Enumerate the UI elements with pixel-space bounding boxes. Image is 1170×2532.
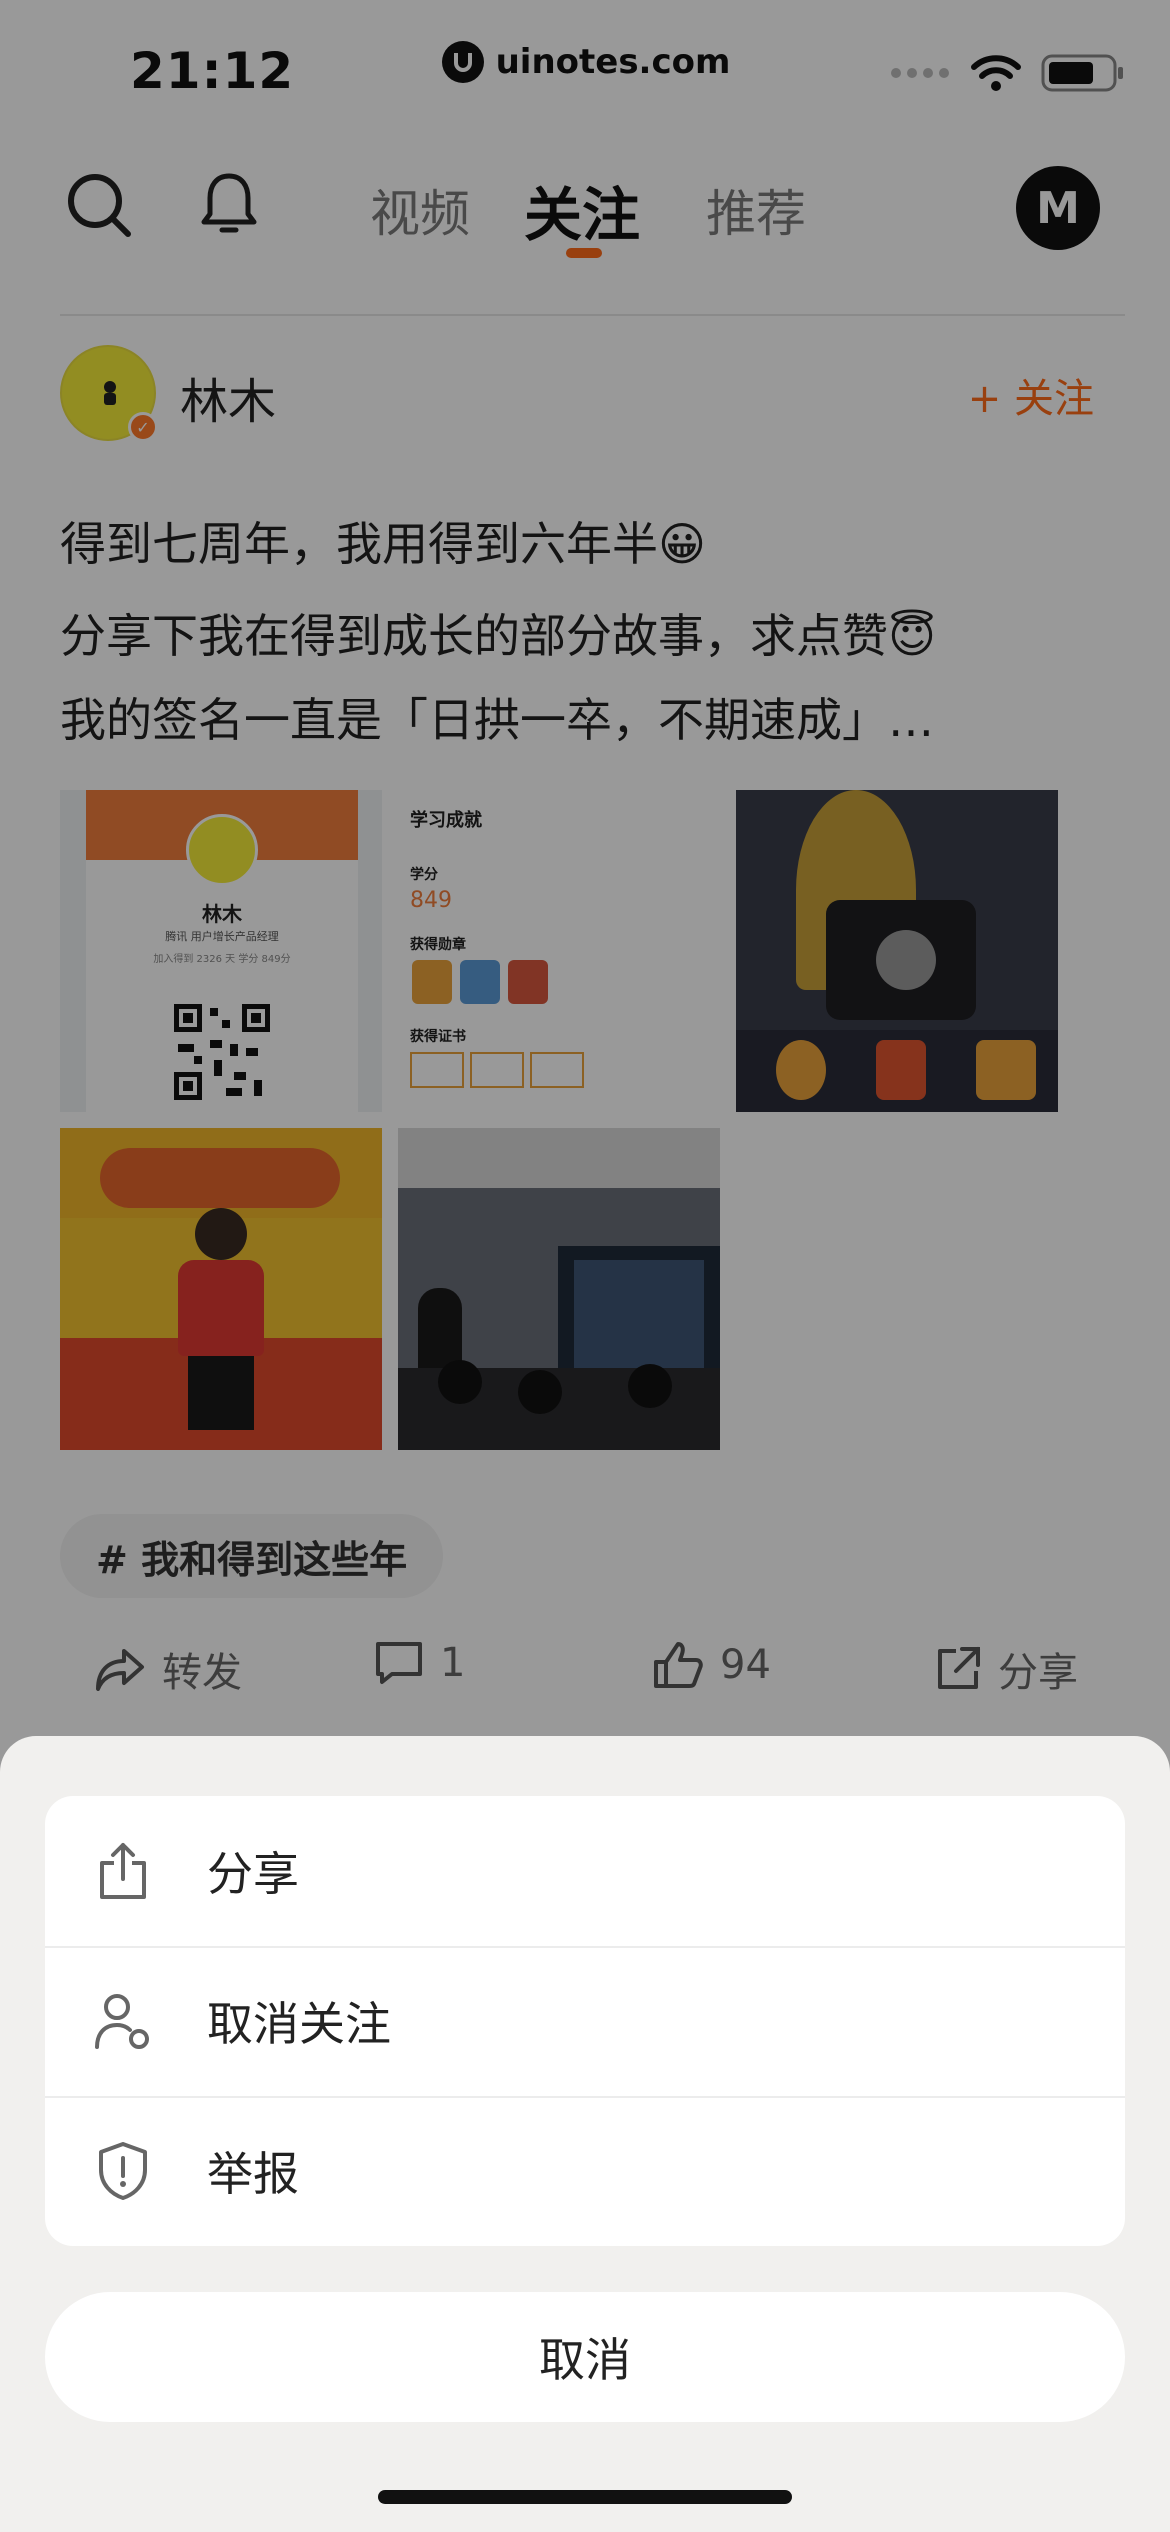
menu-item-label: 分享 — [207, 1847, 299, 1901]
menu-item-share[interactable]: 分享 — [45, 1796, 1125, 1946]
menu-item-label: 举报 — [207, 2147, 299, 2201]
home-indicator[interactable] — [378, 2490, 792, 2504]
menu-item-unfollow[interactable]: 取消关注 — [45, 1946, 1125, 2096]
action-sheet-menu: 分享 取消关注 举报 — [45, 1796, 1125, 2246]
menu-item-label: 取消关注 — [207, 1997, 391, 2051]
menu-item-report[interactable]: 举报 — [45, 2096, 1125, 2246]
unfollow-user-icon — [91, 1989, 155, 2053]
share-icon — [91, 1839, 155, 1903]
shield-report-icon — [91, 2139, 155, 2203]
cancel-button[interactable]: 取消 — [45, 2292, 1125, 2422]
